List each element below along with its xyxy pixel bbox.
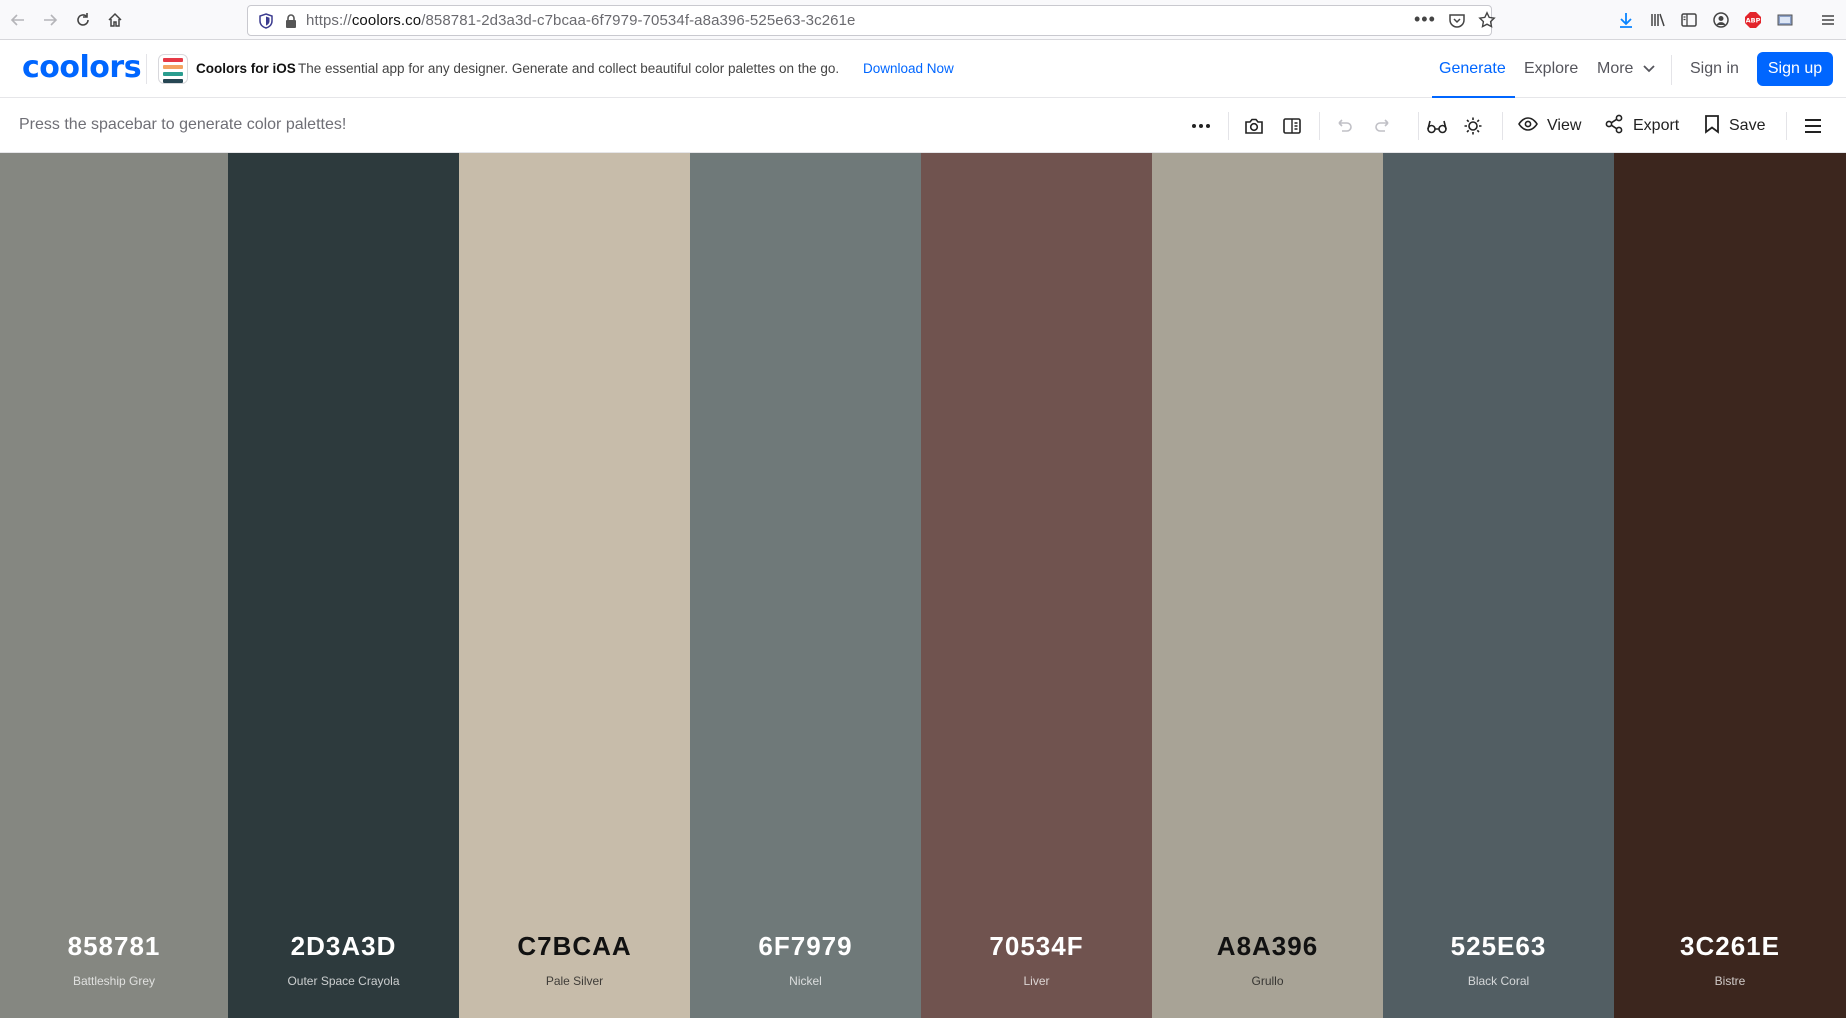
undo-icon[interactable]	[1334, 112, 1354, 140]
color-swatch-2[interactable]: 2D3A3D Outer Space Crayola	[228, 153, 459, 1018]
divider	[146, 54, 147, 84]
color-swatch-5[interactable]: 70534F Liver	[921, 153, 1152, 1018]
promo-text: The essential app for any designer. Gene…	[298, 61, 840, 76]
redo-icon[interactable]	[1373, 112, 1393, 140]
color-swatch-4[interactable]: 6F7979 Nickel	[690, 153, 921, 1018]
url-text: https://coolors.co/858781-2d3a3d-c7bcaa-…	[306, 12, 856, 29]
generator-toolbar: Press the spacebar to generate color pal…	[0, 98, 1846, 153]
eye-icon	[1518, 116, 1538, 136]
bookmark-icon	[1704, 114, 1720, 139]
chevron-down-icon	[1643, 60, 1656, 78]
color-name[interactable]: Grullo	[1152, 974, 1383, 988]
sign-up-button[interactable]: Sign up	[1757, 52, 1833, 86]
divider	[1228, 112, 1229, 140]
export-label: Export	[1633, 117, 1680, 134]
nav-more[interactable]: More	[1597, 60, 1656, 78]
reload-icon[interactable]	[67, 4, 99, 36]
adblock-icon[interactable]: ABP	[1741, 8, 1765, 32]
color-name[interactable]: Battleship Grey	[0, 974, 228, 988]
pocket-icon[interactable]	[1448, 11, 1466, 34]
divider	[1319, 112, 1320, 140]
screen-icon[interactable]	[1773, 8, 1797, 32]
divider	[1786, 112, 1787, 140]
hex-code[interactable]: 3C261E	[1614, 931, 1846, 962]
color-name[interactable]: Liver	[921, 974, 1152, 988]
url-bar[interactable]: https://coolors.co/858781-2d3a3d-c7bcaa-…	[247, 5, 1496, 36]
hex-code[interactable]: 525E63	[1383, 931, 1614, 962]
url-host: coolors.co	[351, 12, 422, 29]
account-icon[interactable]	[1709, 8, 1733, 32]
sidebar-icon[interactable]	[1677, 8, 1701, 32]
hex-code[interactable]: C7BCAA	[459, 931, 690, 962]
lock-icon[interactable]	[284, 13, 298, 33]
forward-arrow-icon[interactable]	[34, 4, 66, 36]
adblock-label: ABP	[1746, 17, 1761, 25]
camera-icon[interactable]	[1244, 112, 1264, 140]
library-icon[interactable]	[1646, 8, 1670, 32]
color-swatch-6[interactable]: A8A396 Grullo	[1152, 153, 1383, 1018]
divider	[1418, 112, 1419, 140]
color-name[interactable]: Bistre	[1614, 974, 1846, 988]
home-icon[interactable]	[99, 4, 131, 36]
color-name[interactable]: Outer Space Crayola	[228, 974, 459, 988]
color-name[interactable]: Pale Silver	[459, 974, 690, 988]
url-path: /858781-2d3a3d-c7bcaa-6f7979-70534f-a8a3…	[421, 12, 856, 29]
nav-more-label: More	[1597, 60, 1634, 77]
promo-title: Coolors for iOS	[196, 61, 296, 76]
hex-code[interactable]: A8A396	[1152, 931, 1383, 962]
download-icon[interactable]	[1614, 8, 1638, 32]
color-name[interactable]: Black Coral	[1383, 974, 1614, 988]
sign-in-link[interactable]: Sign in	[1690, 60, 1739, 78]
spacebar-hint: Press the spacebar to generate color pal…	[19, 116, 347, 133]
color-swatch-1[interactable]: 858781 Battleship Grey	[0, 153, 228, 1018]
shield-icon[interactable]	[258, 13, 274, 33]
hex-code[interactable]: 2D3A3D	[228, 931, 459, 962]
divider	[1502, 112, 1503, 140]
view-button[interactable]: View	[1518, 112, 1581, 140]
download-now-link[interactable]: Download Now	[863, 61, 954, 76]
save-label: Save	[1729, 117, 1766, 134]
export-button[interactable]: Export	[1604, 112, 1679, 140]
bookmark-star-icon[interactable]	[1478, 11, 1496, 34]
color-swatch-7[interactable]: 525E63 Black Coral	[1383, 153, 1614, 1018]
browser-toolbar: https://coolors.co/858781-2d3a3d-c7bcaa-…	[0, 0, 1846, 40]
nav-explore[interactable]: Explore	[1524, 60, 1578, 78]
page-actions-icon[interactable]: •••	[1414, 9, 1436, 30]
divider	[1671, 55, 1672, 85]
hex-code[interactable]: 6F7979	[690, 931, 921, 962]
color-palette: 858781 Battleship Grey 2D3A3D Outer Spac…	[0, 153, 1846, 1018]
split-view-icon[interactable]	[1282, 112, 1302, 140]
ios-app-promo-image[interactable]	[158, 54, 188, 84]
back-arrow-icon[interactable]	[2, 4, 34, 36]
nav-generate[interactable]: Generate	[1439, 60, 1506, 78]
site-header: coolors Coolors for iOS The essential ap…	[0, 40, 1846, 98]
save-button[interactable]: Save	[1704, 112, 1765, 140]
glasses-icon[interactable]	[1426, 112, 1448, 140]
hex-code[interactable]: 70534F	[921, 931, 1152, 962]
view-label: View	[1547, 117, 1582, 134]
brightness-icon[interactable]	[1463, 112, 1483, 140]
coolors-logo[interactable]: coolors	[22, 50, 142, 85]
color-name[interactable]: Nickel	[690, 974, 921, 988]
more-options-icon[interactable]	[1191, 112, 1211, 140]
menu-icon[interactable]	[1816, 8, 1840, 32]
hamburger-menu-icon[interactable]	[1803, 112, 1823, 140]
share-icon	[1604, 114, 1624, 139]
url-prefix: https://	[306, 12, 352, 29]
hex-code[interactable]: 858781	[0, 931, 228, 962]
color-swatch-8[interactable]: 3C261E Bistre	[1614, 153, 1846, 1018]
color-swatch-3[interactable]: C7BCAA Pale Silver	[459, 153, 690, 1018]
